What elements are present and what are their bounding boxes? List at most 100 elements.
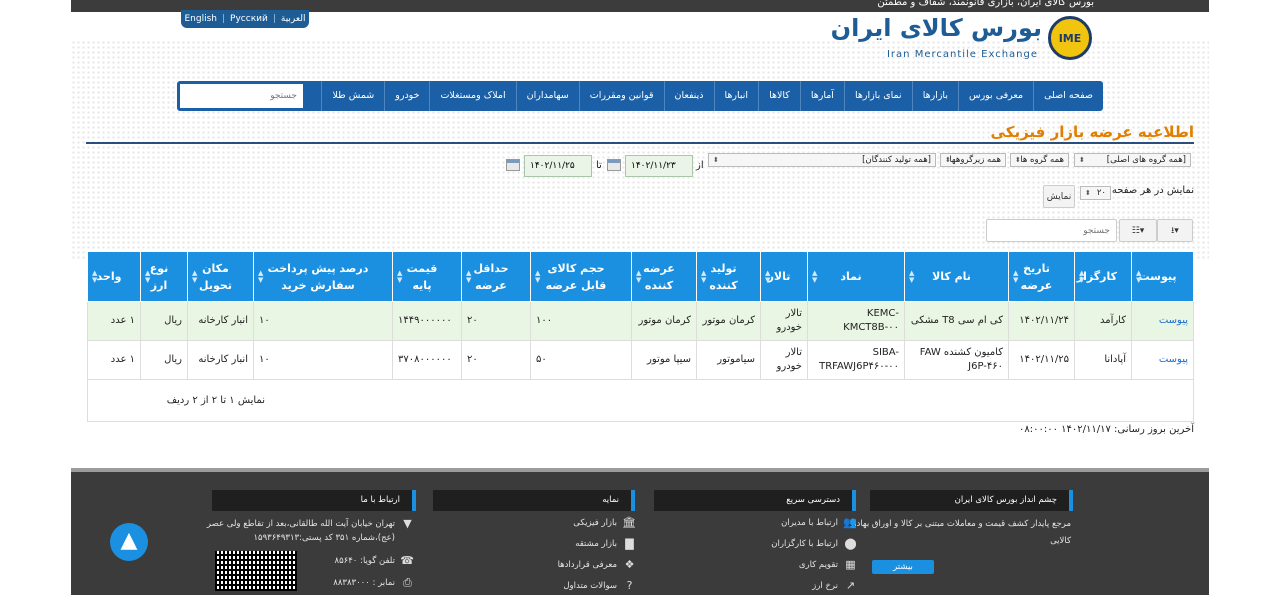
nav-item-market-view[interactable]: نمای بازارها: [843, 81, 912, 111]
table-cell: ۱ عدد: [87, 340, 141, 380]
footer-quick-access-heading: دسترسی سریع: [654, 490, 856, 511]
attachment-link[interactable]: پیوست: [1131, 340, 1194, 380]
to-label: تا: [596, 160, 602, 171]
page-size-select[interactable]: ⬍ ۲۰: [1080, 186, 1111, 200]
main-group-select[interactable]: ⬍ [همه گروه های اصلی]: [1074, 153, 1191, 167]
calendar-icon[interactable]: [506, 159, 520, 171]
building-icon: 🏛: [622, 516, 636, 529]
col-header-producer[interactable]: تولید کننده ▲ ▼: [696, 251, 761, 302]
users-icon: 👥: [843, 516, 857, 529]
attachment-link[interactable]: پیوست: [1131, 301, 1194, 341]
table-cell: SIBA-TRFAWJ6P۴۶۰-۰۰: [807, 340, 905, 380]
to-date-input[interactable]: ۱۴۰۲/۱۱/۲۵: [524, 155, 592, 177]
col-header-currency[interactable]: نوع ارز ▲ ▼: [140, 251, 188, 302]
sort-icon: ▲ ▼: [1079, 268, 1085, 284]
nav-item-home[interactable]: صفحه اصلی: [1033, 81, 1103, 111]
nav-item-real-estate[interactable]: املاک ومستغلات: [429, 81, 515, 111]
table-cell: انبار کارخانه: [187, 340, 254, 380]
language-bar: English | Русский | العربية: [181, 10, 309, 28]
col-header-delivery-place[interactable]: مکان تحویل ▲ ▼: [187, 251, 254, 302]
table-header-row: پیوست ▲ ▼ کارگزار ▲ ▼ تاریخ عرضه ▲ ▼ نام کالا ▲…: [87, 251, 1194, 302]
table-cell: ریال: [140, 340, 188, 380]
col-header-base-price[interactable]: قیمت پایه ▲ ▼: [392, 251, 462, 302]
nav-item-regulations[interactable]: قوانین ومقررات: [578, 81, 664, 111]
table-cell: ۱۰: [253, 340, 393, 380]
col-header-symbol[interactable]: نماد ▲ ▼: [807, 251, 905, 302]
footer-link-brokers[interactable]: ⬤ ارتباط با کارگزاران: [771, 538, 857, 550]
chevron-up-icon: ▲: [120, 528, 138, 553]
logo-text-fa: بورس کالای ایران: [830, 14, 1042, 42]
sort-icon: ▲ ▼: [1136, 268, 1142, 284]
col-header-min-offer[interactable]: حداقل عرضه ▲ ▼: [461, 251, 531, 302]
phone-icon: ☎: [400, 554, 414, 567]
nav-item-automobile[interactable]: خودرو: [384, 81, 429, 111]
calendar-icon[interactable]: [607, 159, 621, 171]
site-logo[interactable]: IME بورس کالای ایران Iran Mercantile Exc…: [831, 14, 1092, 64]
nav-item-statistics[interactable]: آمارها: [799, 81, 844, 111]
more-button[interactable]: بیشتر: [872, 560, 934, 574]
footer-link-faq[interactable]: ? سوالات متداول: [563, 580, 636, 592]
chevron-updown-icon: ⬍: [1085, 189, 1091, 197]
nav-item-commodities[interactable]: کالاها: [758, 81, 800, 111]
sort-icon: ▲ ▼: [145, 268, 151, 284]
table-cell: ۱ عدد: [87, 301, 141, 341]
group-select[interactable]: ⬍ همه گروه ها: [1010, 153, 1069, 167]
col-header-prepayment[interactable]: درصد پیش پرداخت سفارش خرید ▲ ▼: [253, 251, 393, 302]
footer-fax: ⎙ نمابر : ۸۸۳۸۳۰۰۰: [333, 577, 414, 589]
table-cell: ۲۰: [461, 301, 531, 341]
location-icon: ▼: [403, 517, 412, 530]
col-header-offer-date[interactable]: تاریخ عرضه ▲ ▼: [1008, 251, 1075, 302]
site-tagline: بورس کالای ایران، بازاری قانونمند، شفاف …: [877, 0, 1094, 8]
export-icon: ⭳▾: [1171, 225, 1179, 236]
nav-item-stakeholders[interactable]: ذینفعان: [663, 81, 714, 111]
lang-arabic[interactable]: العربية: [281, 14, 306, 24]
qr-code-image: [215, 551, 297, 591]
footer-link-derivatives[interactable]: ▇ بازار مشتقه: [575, 538, 636, 550]
nav-item-shareholders[interactable]: سهامداران: [515, 81, 579, 111]
table-row[interactable]: پیوست کارآمد ۱۴۰۲/۱۱/۲۴ کی ام سی T8 مشکی…: [87, 301, 1194, 341]
col-header-hall[interactable]: تالار ▲ ▼: [760, 251, 808, 302]
from-date-input[interactable]: ۱۴۰۲/۱۱/۲۳: [625, 155, 693, 177]
nav-item-about[interactable]: معرفی بورس: [957, 81, 1033, 111]
footer-link-calendar[interactable]: ▦ تقویم کاری: [799, 559, 857, 571]
table-cell: ریال: [140, 301, 188, 341]
table-cell: کارآمد: [1074, 301, 1132, 341]
table-search-input[interactable]: [986, 219, 1117, 242]
footer-phone: ☎ تلفن گویا: ۸۵۶۴۰: [334, 554, 414, 567]
nav-items: صفحه اصلی معرفی بورس بازارها نمای بازاره…: [321, 81, 1103, 111]
scroll-to-top-button[interactable]: ▲: [110, 523, 148, 561]
nav-item-gold-bullion[interactable]: شمش طلا: [321, 81, 384, 111]
nav-item-markets[interactable]: بازارها: [911, 81, 958, 111]
show-button[interactable]: نمایش: [1043, 185, 1075, 208]
col-header-broker[interactable]: کارگزار ▲ ▼: [1074, 251, 1132, 302]
col-header-unit[interactable]: واحد ▲ ▼: [87, 251, 141, 302]
footer-link-exchange-rate[interactable]: ↗ نرخ ارز: [812, 580, 857, 592]
lang-english[interactable]: English: [185, 14, 218, 24]
col-header-volume[interactable]: حجم کالای قابل عرضه ▲ ▼: [530, 251, 632, 302]
table-cell: ۱۰: [253, 301, 393, 341]
chart-icon: ↗: [845, 579, 856, 592]
nav-search-input[interactable]: [180, 84, 303, 108]
footer-vision-text-2: کالایی: [1050, 536, 1071, 546]
footer-address-2: (عج)،شماره ۳۵۱ کد پستی:۱۵۹۳۶۴۹۳۱۳: [253, 533, 395, 543]
producer-select[interactable]: ⬍ [همه تولید کنندگان]: [708, 153, 936, 167]
col-header-supplier[interactable]: عرضه کننده ▲ ▼: [631, 251, 697, 302]
footer-link-physical-market[interactable]: 🏛 بازار فیزیکی: [573, 517, 636, 529]
col-header-attachment[interactable]: پیوست ▲ ▼: [1131, 251, 1194, 302]
subgroup-select[interactable]: ⬍ همه زیرگروهها: [940, 153, 1006, 167]
columns-toggle-button[interactable]: ☷▾: [1119, 219, 1157, 242]
sort-icon: ▲ ▼: [765, 268, 771, 284]
table-cell: ۱۴۰۲/۱۱/۲۴: [1008, 301, 1075, 341]
nav-item-warehouses[interactable]: انبارها: [713, 81, 759, 111]
page-title: اطلاعیه عرضه بازار فیزیکی: [990, 123, 1194, 141]
table-cell: کرمان موتور: [696, 301, 761, 341]
lang-russian[interactable]: Русский: [230, 14, 268, 24]
table-cell: ۲۰: [461, 340, 531, 380]
footer-vision-text: مرجع پایدار کشف قیمت و معاملات مبتنی بر …: [850, 519, 1071, 529]
footer-link-managers[interactable]: 👥 ارتباط با مدیران: [781, 517, 857, 529]
table-row[interactable]: پیوست آپادانا ۱۴۰۲/۱۱/۲۵ کامیون کشنده FA…: [87, 340, 1194, 380]
table-cell: انبار کارخانه: [187, 301, 254, 341]
col-header-commodity-name[interactable]: نام کالا ▲ ▼: [904, 251, 1009, 302]
footer-link-contracts[interactable]: ❖ معرفی قراردادها: [558, 559, 636, 571]
export-button[interactable]: ⭳▾: [1157, 219, 1193, 242]
